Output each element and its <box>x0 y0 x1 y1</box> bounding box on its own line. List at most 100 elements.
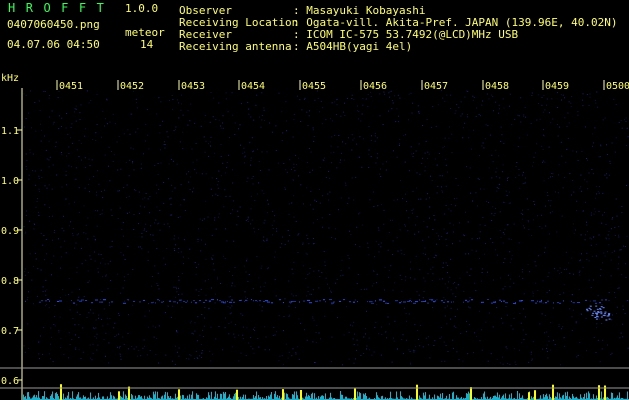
noise-dot <box>205 258 207 260</box>
intensity-bar <box>258 395 259 400</box>
noise-dot <box>212 263 214 265</box>
noise-dot <box>399 229 401 231</box>
noise-dot <box>84 157 86 159</box>
noise-dot <box>451 133 453 135</box>
noise-dot <box>390 90 392 92</box>
noise-dot <box>500 236 502 238</box>
noise-dot <box>532 219 534 221</box>
noise-dot <box>292 273 294 275</box>
noise-dot <box>167 178 169 180</box>
noise-dot <box>504 228 506 230</box>
noise-dot <box>325 277 327 279</box>
noise-dot <box>87 270 89 272</box>
noise-dot <box>506 224 508 226</box>
noise-dot <box>560 271 562 273</box>
noise-dot <box>438 153 440 154</box>
noise-dot <box>470 192 472 194</box>
noise-dot <box>164 147 166 149</box>
noise-dot <box>135 131 137 133</box>
noise-dot <box>501 134 503 136</box>
noise-dot <box>618 121 620 123</box>
noise-dot <box>119 190 120 192</box>
echo-trace-dot <box>111 301 113 303</box>
noise-dot <box>433 215 435 216</box>
noise-dot <box>208 307 210 309</box>
intensity-bar <box>138 395 139 400</box>
noise-dot <box>198 291 200 292</box>
intensity-bar <box>182 394 183 400</box>
noise-dot <box>444 299 446 301</box>
noise-dot <box>441 360 443 362</box>
intensity-bar <box>135 395 136 400</box>
noise-dot <box>297 95 298 97</box>
noise-dot <box>263 239 265 241</box>
time-tick-label: 0453 <box>181 81 205 92</box>
noise-dot <box>475 290 477 292</box>
intensity-bar <box>502 395 503 400</box>
noise-dot <box>606 154 608 155</box>
noise-dot <box>422 125 423 126</box>
echo-trace-dot <box>325 301 326 303</box>
noise-dot <box>189 120 191 122</box>
noise-dot <box>325 119 327 121</box>
noise-dot <box>423 291 425 293</box>
noise-dot <box>530 123 532 124</box>
noise-dot <box>74 108 76 110</box>
echo-cluster-dot <box>596 308 599 310</box>
noise-dot <box>543 180 545 182</box>
noise-dot <box>348 197 350 199</box>
noise-dot <box>168 226 170 228</box>
noise-dot <box>557 270 559 272</box>
noise-dot <box>443 297 445 299</box>
noise-dot <box>483 188 485 190</box>
noise-dot <box>25 215 27 216</box>
noise-dot <box>544 332 546 334</box>
intensity-bar <box>161 396 162 400</box>
noise-dot <box>502 201 504 203</box>
noise-dot <box>334 238 336 240</box>
noise-dot <box>210 326 212 328</box>
noise-dot <box>379 115 381 117</box>
noise-dot <box>532 341 534 343</box>
noise-dot <box>563 337 565 339</box>
noise-dot <box>441 186 443 188</box>
noise-dot <box>108 146 110 148</box>
noise-dot <box>501 171 503 173</box>
noise-dot <box>340 115 342 117</box>
noise-dot <box>591 169 593 170</box>
noise-dot <box>242 326 244 328</box>
intensity-spike <box>354 388 356 400</box>
echo-cluster-dot <box>603 315 606 317</box>
intensity-bar <box>189 394 190 400</box>
noise-dot <box>147 198 149 200</box>
noise-dot <box>291 293 293 295</box>
noise-dot <box>248 342 250 344</box>
noise-dot <box>375 162 377 164</box>
noise-dot <box>391 108 393 110</box>
intensity-bar <box>446 395 447 400</box>
noise-dot <box>163 144 165 145</box>
noise-dot <box>452 339 454 341</box>
noise-dot <box>122 254 124 256</box>
noise-dot <box>222 115 224 117</box>
noise-dot <box>42 291 44 293</box>
noise-dot <box>389 96 391 98</box>
intensity-bar <box>619 392 620 400</box>
noise-dot <box>266 240 268 242</box>
intensity-bar <box>321 395 322 400</box>
noise-dot <box>24 268 26 270</box>
noise-dot <box>558 174 559 176</box>
noise-dot <box>232 275 233 276</box>
noise-dot <box>79 112 81 114</box>
noise-dot <box>100 254 102 256</box>
echo-trace-dot <box>205 299 207 301</box>
noise-dot <box>192 333 194 335</box>
noise-dot <box>365 333 366 335</box>
echo-trace-dot <box>409 300 411 301</box>
noise-dot <box>337 146 339 148</box>
noise-dot <box>542 148 544 150</box>
noise-dot <box>205 294 207 296</box>
noise-dot <box>564 117 566 119</box>
noise-dot <box>215 193 217 195</box>
noise-dot <box>586 259 588 261</box>
